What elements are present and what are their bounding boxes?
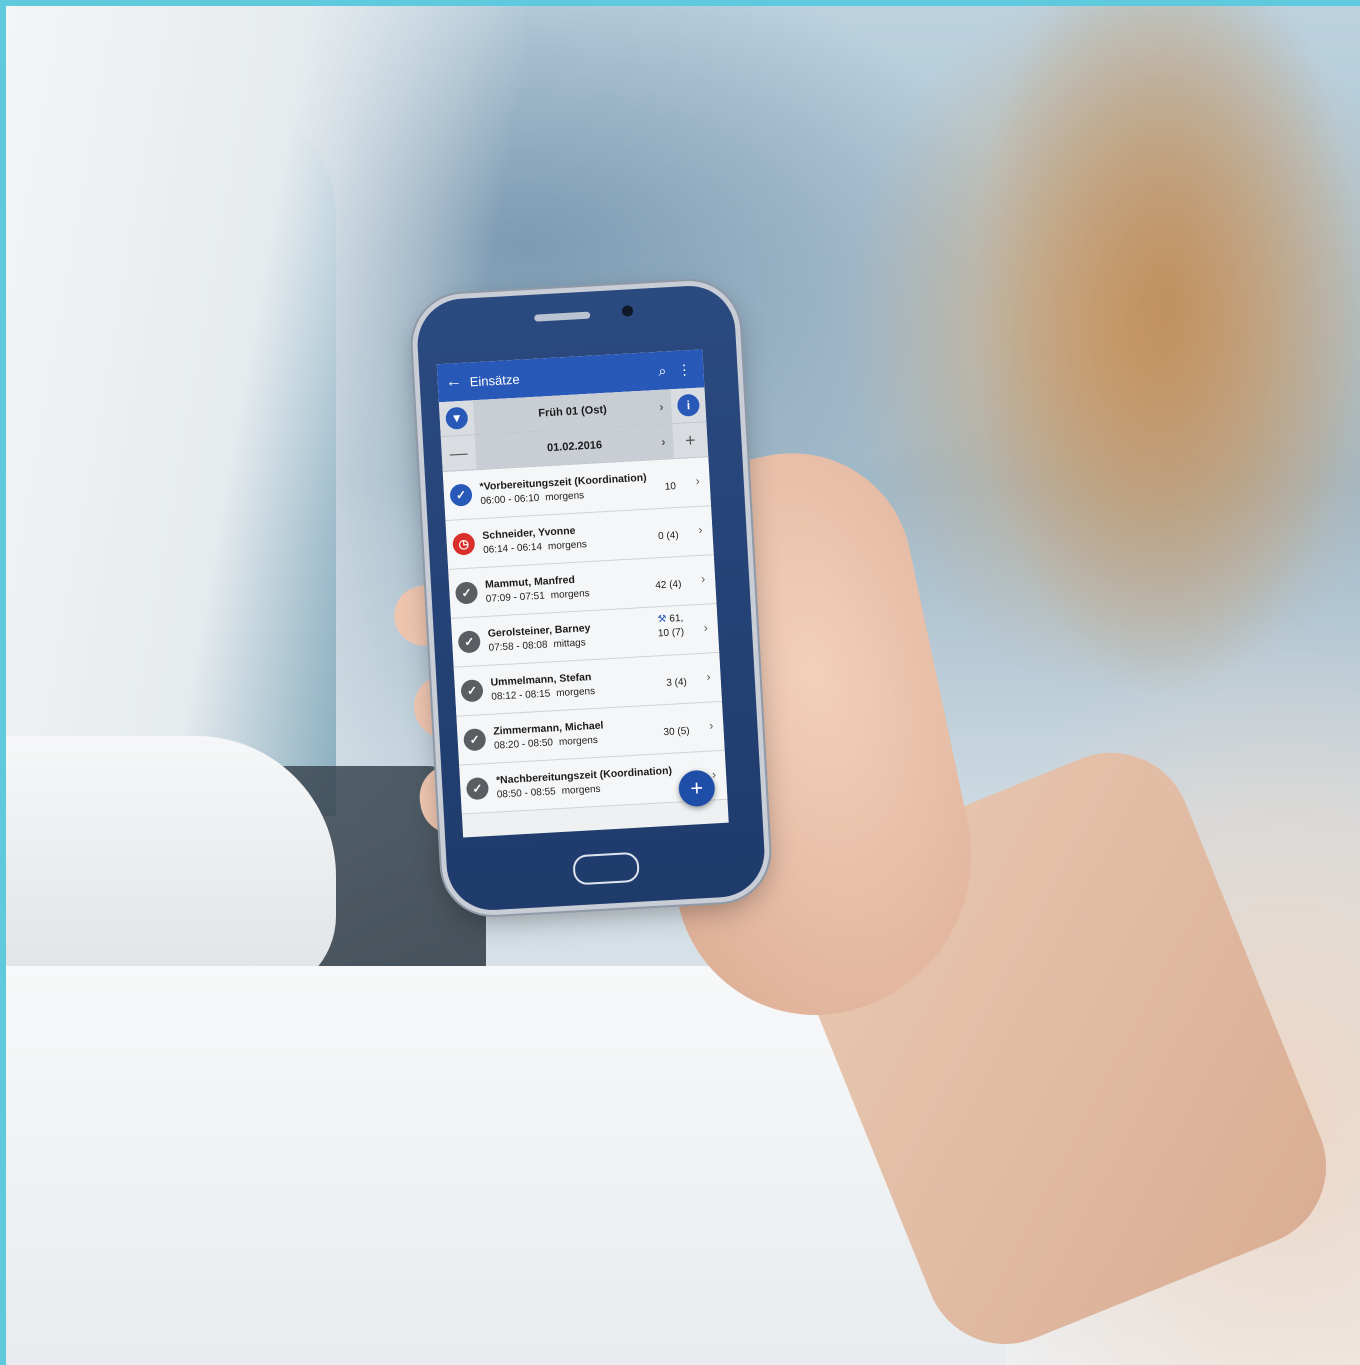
chevron-right-icon: › <box>700 571 706 586</box>
item-period: morgens <box>547 539 588 553</box>
previous-day-button[interactable]: — <box>441 442 476 465</box>
chevron-right-icon: › <box>706 669 711 684</box>
item-period: morgens <box>561 783 601 797</box>
chevron-right-icon: › <box>695 473 701 488</box>
chevron-right-icon: › <box>703 620 709 635</box>
next-day-button[interactable]: + <box>673 429 708 452</box>
side-mirror <box>6 736 336 996</box>
smartphone: ← Einsätze ⌕ ⋮ ▼ Früh 01 (Ost) › i — 01.… <box>415 283 767 913</box>
chevron-right-icon: › <box>697 522 703 537</box>
front-camera <box>621 305 634 317</box>
app-screen: ← Einsätze ⌕ ⋮ ▼ Früh 01 (Ost) › i — 01.… <box>436 349 729 838</box>
speaker <box>534 311 591 322</box>
arrow-left-icon[interactable]: ← <box>445 372 470 391</box>
item-period: morgens <box>558 734 599 749</box>
item-count: 0 (4) <box>657 530 679 543</box>
item-time: 08:50 - 08:55 <box>496 786 557 801</box>
item-count: 30 (5) <box>663 725 690 739</box>
filter-icon[interactable]: ▼ <box>445 406 469 430</box>
item-count: 10 <box>664 481 677 493</box>
item-time: 06:14 - 06:14 <box>482 541 543 556</box>
assignment-list: ✓ *Vorbereitungszeit (Koordination) 06:0… <box>442 457 728 815</box>
item-period: morgens <box>544 490 585 504</box>
item-period: morgens <box>550 588 590 602</box>
item-time: 06:00 - 06:10 <box>480 492 540 508</box>
chevron-right-icon: › <box>659 399 664 414</box>
more-vert-icon[interactable]: ⋮ <box>673 360 696 378</box>
check-icon: ✓ <box>457 630 481 654</box>
item-period: mittags <box>553 637 586 651</box>
chevron-right-icon: › <box>661 434 666 449</box>
wrench-icon: ⚒ <box>657 613 667 626</box>
item-count: ⚒ 61, 10 (7) <box>657 612 685 641</box>
search-icon[interactable]: ⌕ <box>651 362 674 380</box>
item-count: 42 (4) <box>654 578 682 592</box>
item-time: 07:09 - 07:51 <box>485 590 546 605</box>
tour-label: Früh 01 (Ost) <box>538 403 608 420</box>
home-button[interactable] <box>572 851 640 886</box>
item-time: 08:12 - 08:15 <box>491 688 551 703</box>
date-label: 01.02.2016 <box>546 439 603 455</box>
item-count-top: 61, <box>669 612 684 625</box>
item-period: morgens <box>555 685 596 700</box>
check-icon: ✓ <box>460 679 484 703</box>
clock-icon: ◷ <box>452 532 476 556</box>
info-icon[interactable]: i <box>676 393 700 417</box>
chevron-right-icon: › <box>708 718 714 733</box>
item-time: 08:20 - 08:50 <box>493 737 554 752</box>
check-icon: ✓ <box>454 581 479 605</box>
item-time: 07:58 - 08:08 <box>488 639 548 654</box>
add-icon: + <box>689 775 704 801</box>
item-count-bottom: 10 (7) <box>657 626 685 640</box>
page-title: Einsätze <box>469 371 520 389</box>
check-icon: ✓ <box>449 483 473 507</box>
check-icon: ✓ <box>463 728 487 752</box>
check-icon: ✓ <box>465 777 490 801</box>
item-count: 3 (4) <box>666 676 688 689</box>
